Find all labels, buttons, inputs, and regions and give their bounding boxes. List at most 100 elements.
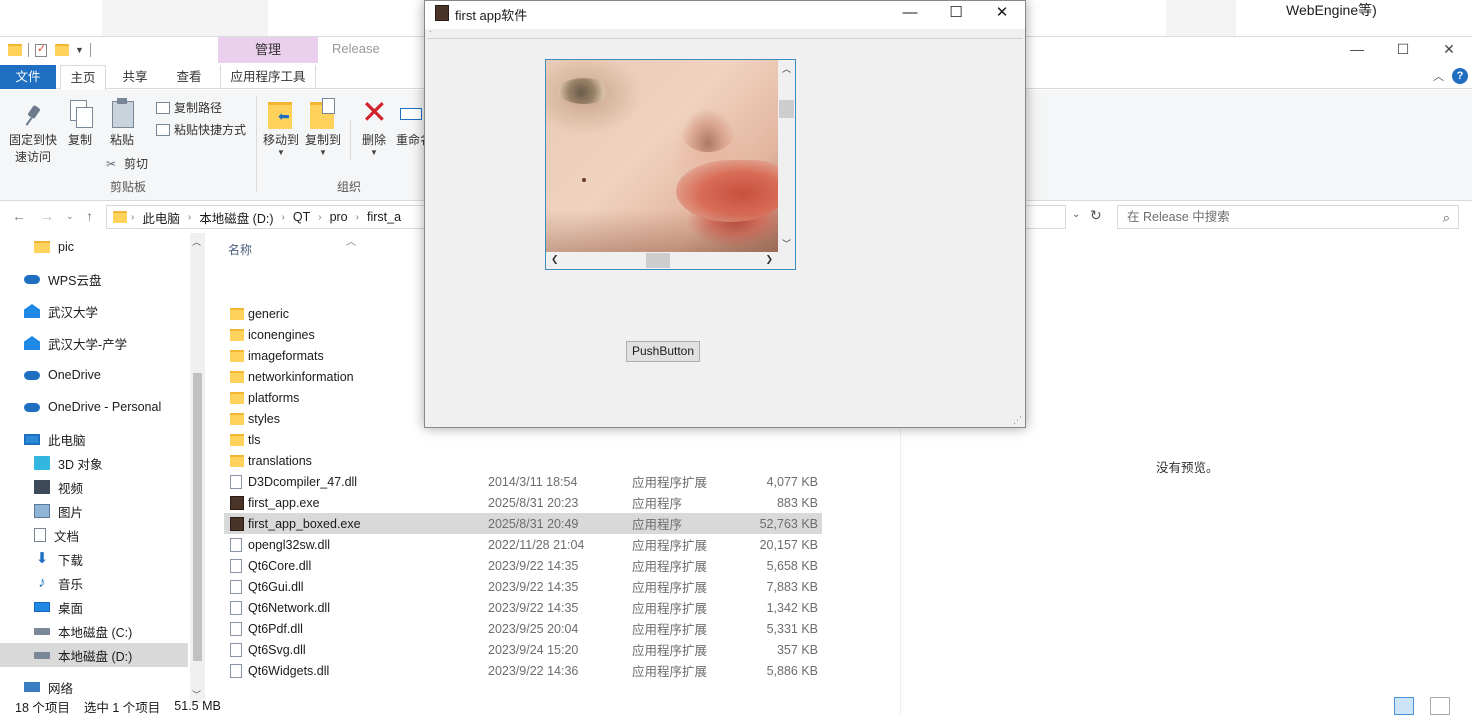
nav-item[interactable]: 本地磁盘 (C:) (0, 619, 188, 643)
nav-item[interactable]: WPS云盘 (0, 267, 188, 291)
breadcrumb-this-pc[interactable]: 此电脑 (142, 208, 180, 227)
nav-item[interactable]: 武汉大学 (0, 299, 188, 323)
folder-icon[interactable] (8, 44, 22, 56)
image-scroll-area[interactable]: ︿ ﹀ ❮ ❯ (545, 59, 796, 270)
recent-locations-chevron-icon[interactable]: ⌄ (66, 211, 74, 222)
breadcrumb-pro[interactable]: pro (330, 210, 348, 224)
file-row[interactable]: Qt6Core.dll 2023/9/22 14:35 应用程序扩展 5,658 KB (224, 555, 822, 576)
breadcrumb-first-app[interactable]: first_a (367, 210, 401, 224)
scroll-down-arrow-icon[interactable]: ﹀ (782, 237, 791, 250)
details-view-icon[interactable] (1394, 697, 1414, 715)
search-input[interactable]: 在 Release 中搜索 ⌕ (1117, 205, 1459, 229)
file-size: 5,886 KB (766, 663, 818, 678)
expand-ribbon-chevron-icon[interactable]: ︿ (1433, 68, 1444, 86)
nav-item[interactable]: 武汉大学-产学 (0, 331, 188, 355)
paste-button[interactable]: 粘贴 (106, 98, 138, 149)
vertical-scrollbar[interactable]: ︿ ﹀ (778, 60, 795, 252)
scroll-up-arrow-icon[interactable]: ︿ (782, 62, 791, 75)
customize-qat-chevron-icon[interactable]: ▼ (75, 45, 84, 55)
scroll-left-arrow-icon[interactable]: ❮ (551, 254, 559, 265)
folder-icon (113, 211, 127, 223)
scroll-up-arrow-icon[interactable]: ︿ (192, 235, 201, 248)
nav-item[interactable]: OneDrive - Personal (0, 395, 188, 419)
address-dropdown-chevron-icon[interactable]: ⌄ (1072, 209, 1080, 220)
nav-item[interactable]: ♪ 音乐 (0, 571, 188, 595)
properties-icon[interactable] (35, 42, 47, 57)
qt-menu-bar: · (427, 28, 1023, 39)
file-row[interactable]: Qt6Widgets.dll 2023/9/22 14:36 应用程序扩展 5,886… (224, 660, 822, 681)
nav-item[interactable]: 桌面 (0, 595, 188, 619)
file-size: 357 KB (776, 642, 818, 657)
push-button[interactable]: PushButton (626, 341, 700, 362)
file-type: 应用程序扩展 (632, 644, 708, 658)
qt-maximize-button[interactable]: ☐ (933, 1, 979, 29)
ribbon-group-separator (256, 96, 257, 192)
paste-icon (110, 98, 134, 128)
qt-title-bar[interactable]: first app软件 — ☐ ✕ (425, 1, 1025, 29)
new-folder-icon[interactable] (55, 44, 69, 56)
file-row[interactable]: Qt6Network.dll 2023/9/22 14:35 应用程序扩展 1,342… (224, 597, 822, 618)
nav-item[interactable]: 此电脑 (0, 427, 188, 451)
qt-minimize-button[interactable]: — (887, 1, 933, 29)
nav-item[interactable]: 本地磁盘 (D:) (0, 643, 188, 667)
file-row[interactable]: first_app_boxed.exe 2025/8/31 20:49 应用程序 52… (224, 513, 822, 534)
breadcrumb-drive-d[interactable]: 本地磁盘 (D:) (199, 208, 273, 227)
context-tab-manage[interactable]: 管理 (218, 37, 318, 63)
tab-app-tools[interactable]: 应用程序工具 (220, 65, 316, 89)
large-icons-view-icon[interactable] (1430, 697, 1450, 715)
tab-view[interactable]: 查看 (166, 65, 212, 89)
file-row[interactable]: Qt6Svg.dll 2023/9/24 15:20 应用程序扩展 357 KB (224, 639, 822, 660)
nav-item[interactable]: ⬇ 下载 (0, 547, 188, 571)
forward-arrow-icon[interactable]: → (40, 208, 54, 224)
copy-button[interactable]: 复制 (64, 100, 96, 149)
file-row[interactable]: Qt6Pdf.dll 2023/9/25 20:04 应用程序扩展 5,331 KB (224, 618, 822, 639)
scroll-right-arrow-icon[interactable]: ❯ (765, 254, 773, 265)
column-header-name[interactable]: 名称 (228, 241, 252, 258)
size-grip-icon[interactable]: ⋰ (1013, 415, 1023, 425)
back-arrow-icon[interactable]: ← (12, 208, 26, 224)
qt-close-button[interactable]: ✕ (979, 1, 1025, 29)
copy-to-button[interactable]: 复制到 ▼ (304, 98, 342, 157)
file-row[interactable]: first_app.exe 2025/8/31 20:23 应用程序 883 KB (224, 492, 822, 513)
horizontal-scrollbar[interactable]: ❮ ❯ (546, 252, 778, 269)
rename-button[interactable]: 重命名 (396, 98, 426, 149)
horizontal-scroll-thumb[interactable] (646, 253, 670, 268)
file-row[interactable]: D3Dcompiler_47.dll 2014/3/11 18:54 应用程序扩展 4… (224, 471, 822, 492)
status-bar: 18 个项目 选中 1 个项目 51.5 MB (0, 695, 1472, 716)
file-row[interactable]: tls (224, 429, 822, 450)
nav-item[interactable]: pic (0, 235, 188, 259)
copy-path-button[interactable]: 复制路径 (156, 99, 222, 116)
move-to-button[interactable]: 移动到 ▼ (262, 98, 300, 157)
search-icon[interactable]: ⌕ (1443, 207, 1450, 229)
dll-file-icon (230, 559, 242, 573)
nav-item[interactable]: OneDrive (0, 363, 188, 387)
nav-item[interactable]: 视频 (0, 475, 188, 499)
file-size: 52,763 KB (759, 516, 818, 531)
tab-file[interactable]: 文件 (0, 65, 56, 89)
cut-button[interactable]: ✂ 剪切 (106, 155, 148, 172)
image-shadow (546, 210, 778, 252)
tab-share[interactable]: 共享 (112, 65, 158, 89)
nav-pane-scrollbar[interactable]: ︿ ﹀ (190, 233, 205, 703)
close-button[interactable]: ✕ (1426, 37, 1472, 63)
maximize-button[interactable]: ☐ (1380, 37, 1426, 63)
rename-icon (400, 98, 422, 128)
tab-home[interactable]: 主页 (60, 65, 106, 90)
file-row[interactable]: translations (224, 450, 822, 471)
help-icon[interactable]: ? (1452, 68, 1468, 84)
file-row[interactable]: Qt6Gui.dll 2023/9/22 14:35 应用程序扩展 7,883 KB (224, 576, 822, 597)
breadcrumb-qt[interactable]: QT (293, 210, 310, 224)
ribbon-separator (350, 120, 351, 160)
minimize-button[interactable]: — (1334, 37, 1380, 63)
nav-item[interactable]: 3D 对象 (0, 451, 188, 475)
file-row[interactable]: opengl32sw.dll 2022/11/28 21:04 应用程序扩展 20,1… (224, 534, 822, 555)
nav-item[interactable]: 图片 (0, 499, 188, 523)
paste-shortcut-button[interactable]: 粘贴快捷方式 (156, 121, 246, 138)
vertical-scroll-thumb[interactable] (779, 100, 794, 118)
up-arrow-icon[interactable]: ↑ (86, 208, 93, 224)
delete-button[interactable]: ✕ 删除 ▼ (358, 96, 390, 157)
refresh-icon[interactable]: ↻ (1090, 207, 1102, 224)
nav-scroll-thumb[interactable] (193, 373, 202, 661)
pin-to-quick-access-button[interactable]: 固定到快 速访问 (8, 104, 58, 166)
nav-item[interactable]: 文档 (0, 523, 188, 547)
